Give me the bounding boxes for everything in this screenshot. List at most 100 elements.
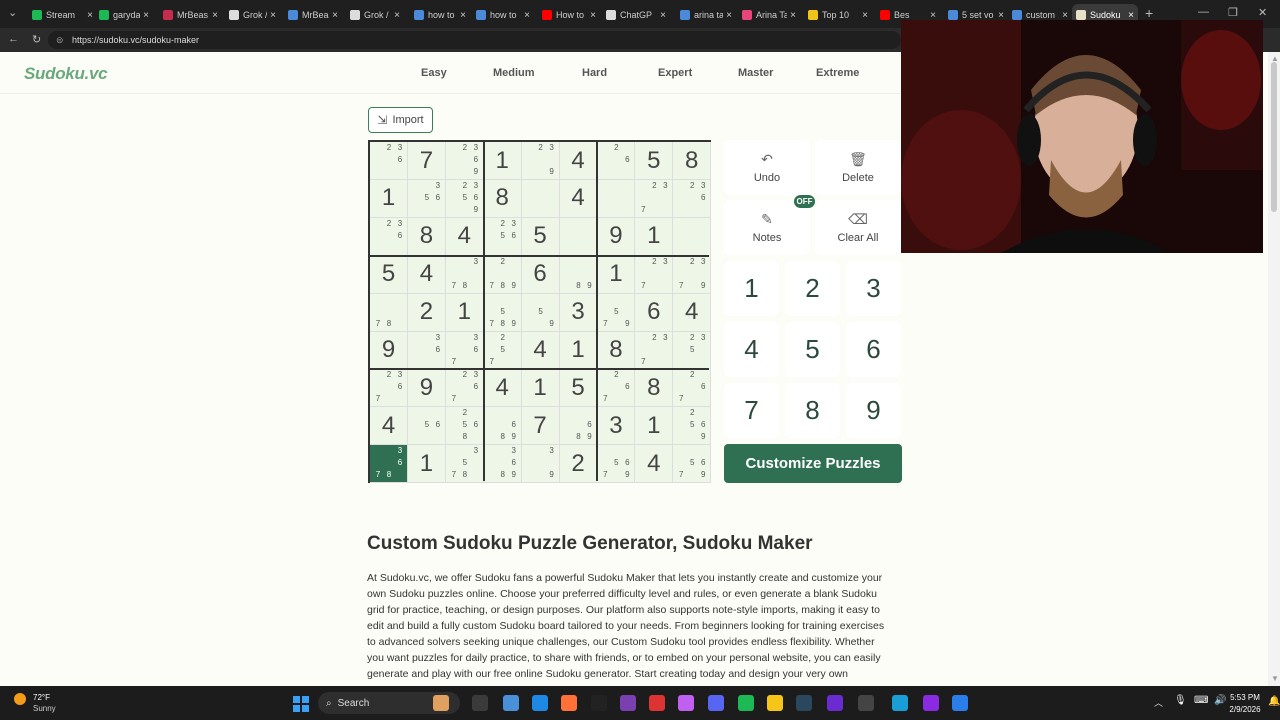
sudoku-cell-notes[interactable] (597, 179, 636, 218)
sudoku-cell-notes[interactable]: 378 (445, 255, 484, 294)
sudoku-cell-notes[interactable]: 2789 (483, 255, 522, 294)
volume-icon[interactable]: 🔊 (1214, 695, 1226, 706)
number-button-1[interactable]: 1 (724, 261, 779, 316)
sudoku-cell-notes[interactable] (559, 217, 598, 256)
tab-close-icon[interactable]: × (87, 10, 93, 21)
tab-close-icon[interactable]: × (660, 10, 666, 21)
sudoku-cell-notes[interactable]: 2568 (445, 407, 484, 446)
taskbar-app-icon[interactable] (649, 695, 665, 711)
tab-close-icon[interactable]: × (524, 10, 530, 21)
sudoku-cell-notes[interactable]: 78 (370, 293, 408, 332)
sudoku-cell-notes[interactable]: 2356 (483, 217, 522, 256)
sudoku-cell-given[interactable]: 7 (521, 407, 560, 446)
sudoku-cell-given[interactable]: 8 (597, 331, 636, 370)
nav-master[interactable]: Master (738, 67, 773, 79)
sudoku-cell-given[interactable]: 5 (559, 369, 598, 408)
nav-easy[interactable]: Easy (421, 67, 447, 79)
tab-close-icon[interactable]: × (1128, 10, 1134, 21)
customize-puzzles-button[interactable]: Customize Puzzles (724, 444, 902, 483)
browser-tab[interactable]: garyda × (95, 4, 153, 26)
number-button-7[interactable]: 7 (724, 383, 779, 438)
tab-close-icon[interactable]: × (1062, 10, 1068, 21)
sudoku-cell-notes[interactable]: 23569 (445, 179, 484, 218)
tab-close-icon[interactable]: × (270, 10, 276, 21)
taskbar-app-icon[interactable] (796, 695, 812, 711)
tab-close-icon[interactable]: × (726, 10, 732, 21)
sudoku-cell-given[interactable]: 2 (559, 445, 598, 484)
new-tab-icon[interactable]: + (1145, 5, 1153, 21)
taskbar-app-icon[interactable] (620, 695, 636, 711)
browser-tab[interactable]: Stream × (28, 4, 97, 26)
sudoku-cell-given[interactable]: 4 (483, 369, 522, 408)
browser-tab[interactable]: Arina Ta × (738, 4, 800, 26)
taskbar-app-icon[interactable] (708, 695, 724, 711)
taskbar-app-icon[interactable] (678, 695, 694, 711)
tab-close-icon[interactable]: × (790, 10, 796, 21)
sudoku-cell-given[interactable]: 9 (370, 331, 408, 370)
sudoku-cell-given[interactable]: 2 (407, 293, 446, 332)
mic-icon[interactable]: 🎙 (1174, 695, 1187, 706)
tab-close-icon[interactable]: × (143, 10, 149, 21)
nav-expert[interactable]: Expert (658, 67, 692, 79)
sudoku-cell-given[interactable]: 1 (597, 255, 636, 294)
taskbar-app-icon[interactable] (923, 695, 939, 711)
sudoku-cell-notes[interactable] (673, 217, 712, 256)
browser-tab[interactable]: MrBeas× (284, 4, 342, 26)
taskbar-app-icon[interactable] (591, 695, 607, 711)
sudoku-cell-given[interactable]: 8 (407, 217, 446, 256)
taskbar-app-icon[interactable] (767, 695, 783, 711)
restore-icon[interactable]: ❐ (1228, 6, 1238, 19)
back-icon[interactable]: ← (8, 33, 19, 45)
sudoku-cell-notes[interactable]: 689 (559, 407, 598, 446)
sudoku-cell-given[interactable]: 4 (370, 407, 408, 446)
sudoku-cell-given[interactable]: 9 (597, 217, 636, 256)
sudoku-cell-given[interactable]: 4 (521, 331, 560, 370)
sudoku-cell-given[interactable]: 4 (559, 179, 598, 218)
browser-tab[interactable]: how to × (410, 4, 470, 26)
minimize-icon[interactable]: — (1198, 6, 1209, 18)
sudoku-cell-given[interactable]: 4 (407, 255, 446, 294)
tab-close-icon[interactable]: × (394, 10, 400, 21)
sudoku-cell-notes[interactable]: 26 7 (673, 369, 712, 408)
scrollbar-thumb[interactable] (1271, 62, 1277, 212)
scroll-down-icon[interactable]: ▼ (1271, 674, 1279, 683)
sudoku-cell-notes[interactable]: 689 (483, 407, 522, 446)
sudoku-cell-notes[interactable]: 5679 (597, 445, 636, 484)
sudoku-cell-given[interactable]: 1 (370, 179, 408, 218)
url-field[interactable]: ⊜ https://sudoku.vc/sudoku-maker (48, 31, 901, 49)
taskbar-app-icon[interactable] (532, 695, 548, 711)
sudoku-cell-given[interactable]: 4 (635, 445, 674, 484)
sudoku-cell-notes[interactable]: 5679 (673, 445, 712, 484)
tab-menu-icon[interactable]: ⌄ (8, 6, 17, 19)
reload-icon[interactable]: ↻ (32, 33, 41, 46)
sudoku-cell-given[interactable]: 8 (635, 369, 674, 408)
tab-close-icon[interactable]: × (460, 10, 466, 21)
sudoku-cell-notes[interactable]: 57 9 (597, 293, 636, 332)
taskbar-app-icon[interactable] (472, 695, 488, 711)
number-button-2[interactable]: 2 (785, 261, 840, 316)
sudoku-cell-notes[interactable]: 356 (407, 179, 446, 218)
sudoku-cell-notes[interactable]: 59 (521, 293, 560, 332)
sudoku-cell-given[interactable]: 1 (521, 369, 560, 408)
taskbar-app-icon[interactable] (561, 695, 577, 711)
sudoku-cell-notes[interactable]: 235 (673, 331, 712, 370)
sudoku-cell-notes[interactable]: 2569 (673, 407, 712, 446)
sudoku-cell-given[interactable]: 4 (559, 142, 598, 180)
sudoku-cell-notes[interactable] (521, 179, 560, 218)
sudoku-cell-given[interactable]: 1 (635, 217, 674, 256)
close-window-icon[interactable]: ✕ (1258, 6, 1267, 19)
sudoku-cell-notes[interactable]: 2367 (445, 369, 484, 408)
sudoku-cell-notes[interactable]: 2 57 (483, 331, 522, 370)
sudoku-cell-notes[interactable]: 89 (559, 255, 598, 294)
clear-all-button[interactable]: ⌫ Clear All (815, 200, 901, 255)
number-button-4[interactable]: 4 (724, 322, 779, 377)
site-info-icon[interactable]: ⊜ (56, 31, 64, 49)
sudoku-cell-notes[interactable]: 237 (635, 255, 674, 294)
sudoku-cell-given[interactable]: 4 (445, 217, 484, 256)
sudoku-cell-given[interactable]: 6 (635, 293, 674, 332)
notes-button[interactable]: ✎ Notes (724, 200, 810, 255)
browser-tab[interactable]: Top 10 × (804, 4, 872, 26)
sudoku-cell-given[interactable]: 6 (521, 255, 560, 294)
sudoku-cell-given[interactable]: 1 (635, 407, 674, 446)
tray-chevron-icon[interactable]: ︿ (1154, 696, 1163, 709)
